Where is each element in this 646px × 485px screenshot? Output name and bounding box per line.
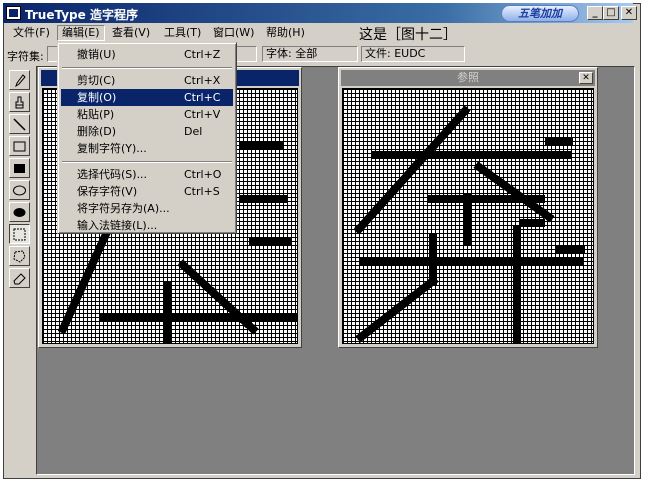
menu-item-ime-link-label: 输入法链接(L)...	[77, 219, 158, 232]
menu-edit[interactable]: 编辑(E)	[57, 25, 105, 41]
menu-item-save-character[interactable]: 保存字符(V) Ctrl+S	[61, 183, 233, 200]
menu-item-paste-label: 粘贴(P)	[77, 108, 115, 121]
toolbox	[7, 68, 33, 292]
menu-item-undo-shortcut: Ctrl+Z	[184, 48, 221, 61]
menu-item-delete-label: 删除(D)	[77, 125, 117, 138]
file-field: 文件: EUDC	[361, 46, 465, 62]
menu-item-select-code-label: 选择代码(S)...	[77, 168, 148, 181]
menu-caption: 这是［图十二］	[359, 27, 457, 43]
menu-item-undo-label: 撤销(U)	[77, 48, 116, 61]
reference-close-button[interactable]: ✕	[579, 72, 593, 84]
menu-item-ime-link[interactable]: 输入法链接(L)...	[61, 217, 233, 234]
menu-help[interactable]: 帮助(H)	[262, 25, 309, 41]
window-title: TrueType 造字程序	[25, 8, 138, 22]
menu-item-paste[interactable]: 粘贴(P) Ctrl+V	[61, 106, 233, 123]
close-button[interactable]: ✕	[621, 6, 637, 20]
menu-tools[interactable]: 工具(T)	[160, 25, 205, 41]
menu-item-copy-character[interactable]: 复制字符(Y)...	[61, 140, 233, 157]
eraser-icon[interactable]	[9, 268, 30, 288]
menu-item-cut[interactable]: 剪切(C) Ctrl+X	[61, 72, 233, 89]
maximize-button[interactable]: □	[603, 6, 619, 20]
menu-item-save-character-shortcut: Ctrl+S	[184, 185, 220, 198]
menu-item-select-code-shortcut: Ctrl+O	[184, 168, 222, 181]
menu-item-copy-shortcut: Ctrl+C	[184, 91, 221, 104]
menu-item-save-character-as[interactable]: 将字符另存为(A)...	[61, 200, 233, 217]
menu-item-cut-label: 剪切(C)	[77, 74, 116, 87]
charset-label: 字符集:	[7, 50, 44, 63]
hollow-rectangle-icon[interactable]	[9, 136, 30, 156]
minimize-button[interactable]: _	[587, 6, 603, 20]
font-field: 字体: 全部	[262, 46, 358, 62]
menu-item-save-character-as-label: 将字符另存为(A)...	[77, 202, 170, 215]
menu-item-copy-label: 复制(O)	[77, 91, 117, 104]
title-bar[interactable]: TrueType 造字程序 五笔加加 _ □ ✕	[3, 3, 637, 23]
menu-item-save-character-label: 保存字符(V)	[77, 185, 138, 198]
filled-rectangle-icon[interactable]	[9, 158, 30, 178]
edit-menu-dropdown: 撤销(U) Ctrl+Z 剪切(C) Ctrl+X 复制(O) Ctrl+C 粘贴(P…	[57, 42, 237, 234]
freeform-select-icon[interactable]	[9, 246, 30, 266]
hollow-ellipse-icon[interactable]	[9, 180, 30, 200]
menu-item-undo[interactable]: 撤销(U) Ctrl+Z	[61, 46, 233, 63]
menu-window[interactable]: 窗口(W)	[209, 25, 258, 41]
menu-separator	[62, 161, 232, 163]
reference-glyph	[353, 105, 585, 343]
filled-ellipse-icon[interactable]	[9, 202, 30, 222]
menu-separator	[62, 67, 232, 69]
pencil-icon[interactable]	[9, 70, 30, 90]
menu-item-cut-shortcut: Ctrl+X	[184, 74, 221, 87]
menu-view[interactable]: 查看(V)	[108, 25, 154, 41]
ime-indicator[interactable]: 五笔加加	[501, 5, 579, 22]
app-icon[interactable]	[6, 6, 21, 20]
menu-file[interactable]: 文件(F)	[9, 25, 54, 41]
rectangular-select-icon[interactable]	[9, 224, 30, 244]
menu-item-select-code[interactable]: 选择代码(S)... Ctrl+O	[61, 166, 233, 183]
menu-item-copy-character-label: 复制字符(Y)...	[77, 142, 147, 155]
reference-panel: 参照 ✕	[338, 67, 598, 348]
menu-bar: 文件(F) 编辑(E) 查看(V) 工具(T) 窗口(W) 帮助(H) 这是［图…	[3, 23, 633, 43]
reference-panel-title[interactable]: 参照	[341, 70, 595, 86]
brush-icon[interactable]	[9, 92, 30, 112]
line-icon[interactable]	[9, 114, 30, 134]
menu-item-delete[interactable]: 删除(D) Del	[61, 123, 233, 140]
reference-grid	[342, 88, 594, 344]
menu-item-delete-shortcut: Del	[184, 125, 203, 138]
menu-item-paste-shortcut: Ctrl+V	[184, 108, 221, 121]
menu-item-copy[interactable]: 复制(O) Ctrl+C	[61, 89, 233, 106]
